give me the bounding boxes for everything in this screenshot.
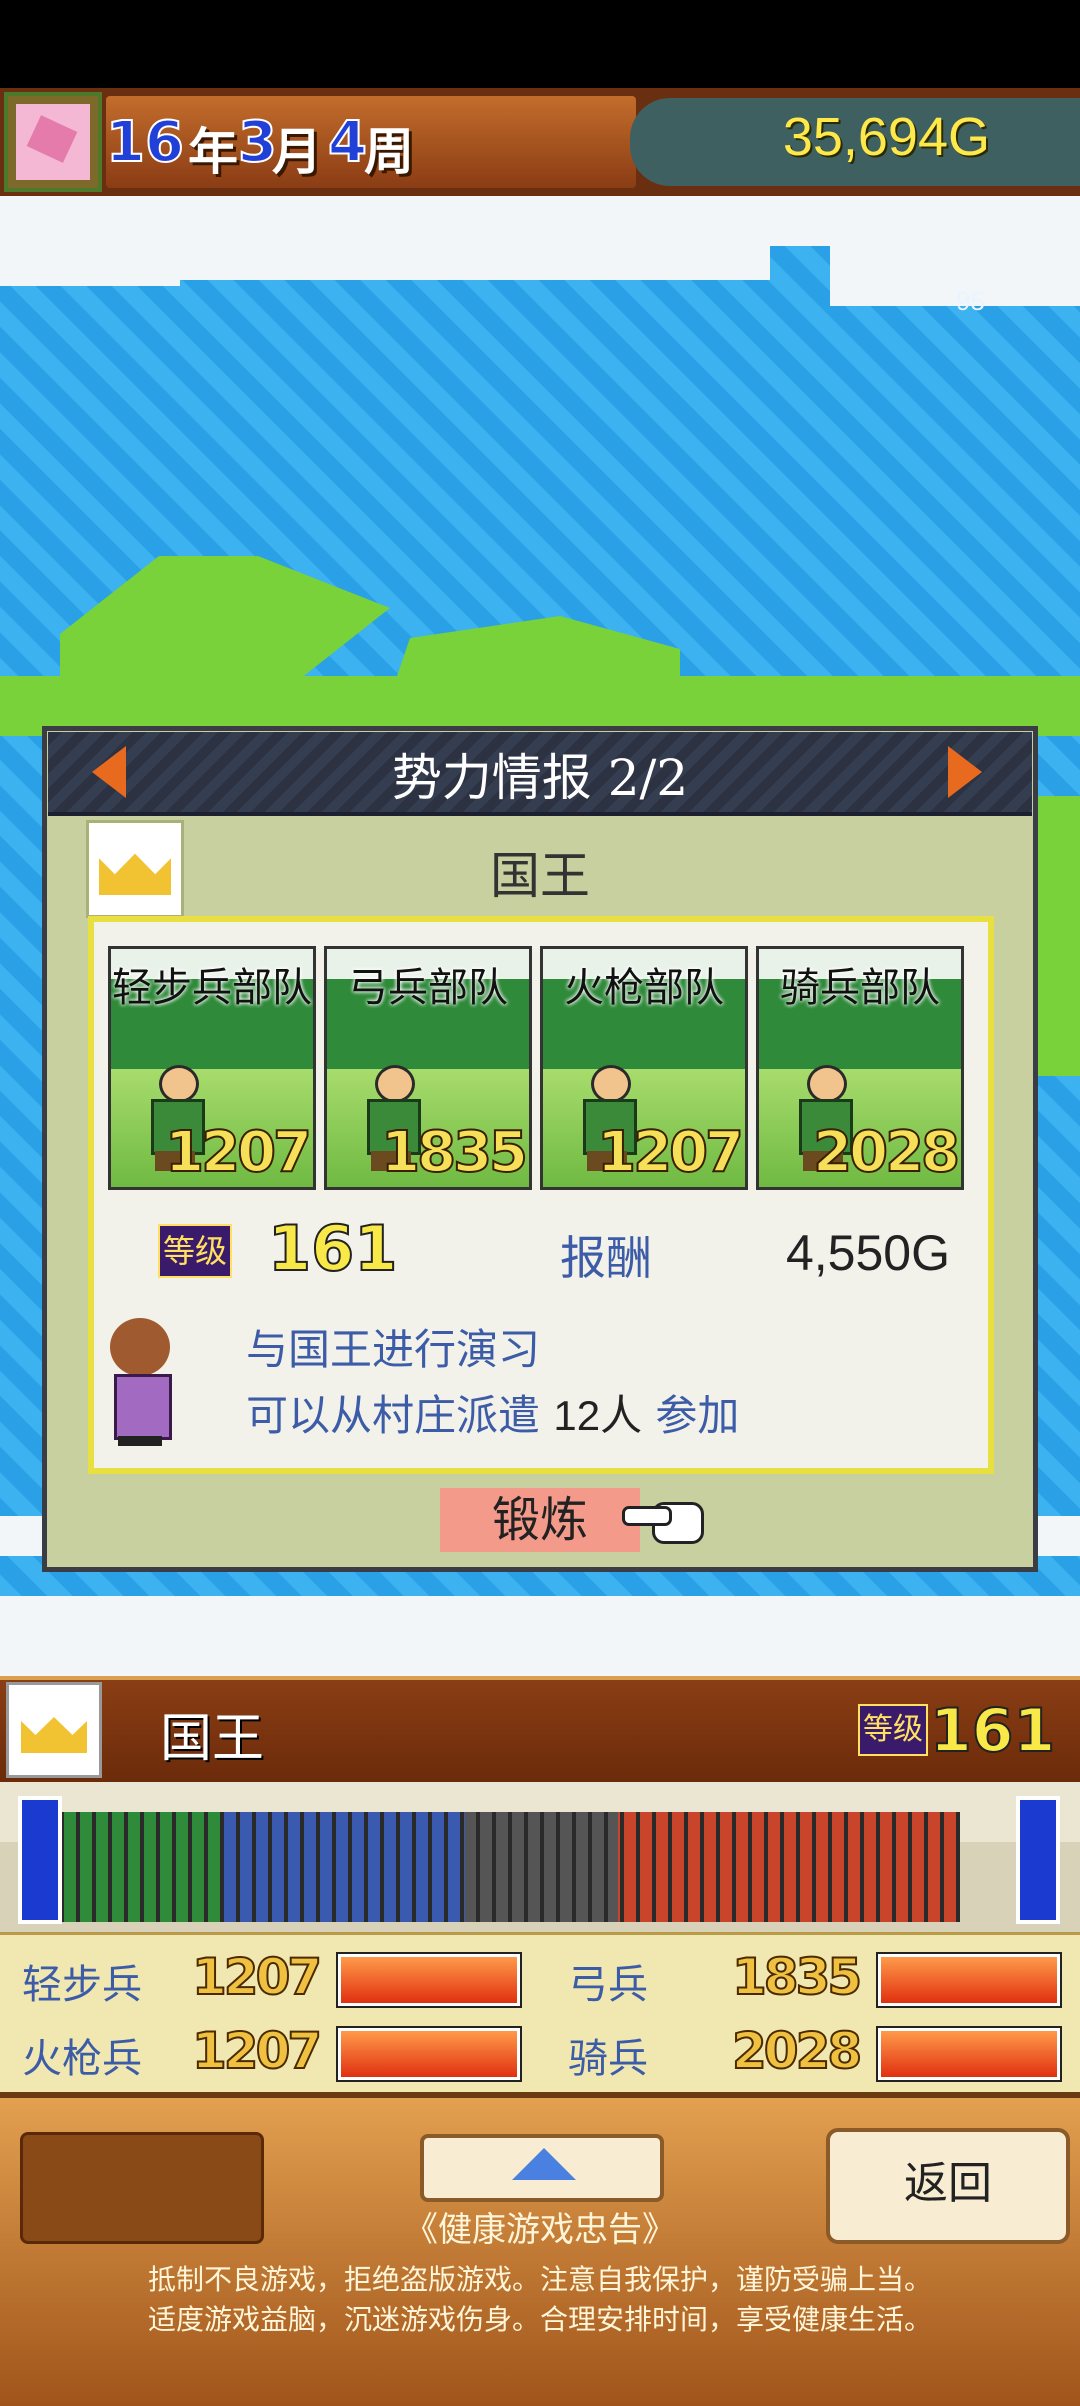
scroll-up-button[interactable] xyxy=(420,2134,664,2202)
right-banner-icon xyxy=(1016,1796,1060,1924)
level-badge: 等级 xyxy=(158,1224,232,1278)
stat-value: 1835 xyxy=(731,1947,863,2007)
pointing-hand-icon xyxy=(622,1496,704,1544)
unit-value: 2028 xyxy=(812,1119,961,1186)
cloud xyxy=(0,246,180,286)
prev-page-arrow-icon[interactable] xyxy=(92,746,126,798)
advisor-girl-icon xyxy=(96,1318,186,1448)
level-badge: 等级 xyxy=(858,1704,928,1756)
unit-label: 轻步兵部队 xyxy=(112,965,312,1011)
stat-bar xyxy=(876,2026,1062,2082)
player-avatar[interactable] xyxy=(4,92,102,192)
unit-card-cavalry: 骑兵部队 2028 xyxy=(756,946,964,1190)
unit-label: 骑兵部队 xyxy=(780,965,940,1011)
unit-card-light-infantry: 轻步兵部队 1207 xyxy=(108,946,316,1190)
stat-bar xyxy=(336,1952,522,2008)
date-display: 16 年 3 月 4 周 xyxy=(105,96,636,188)
health-advice-title: 《健康游戏忠告》 xyxy=(404,2210,676,2250)
stat-bar xyxy=(336,2026,522,2082)
reward-value: 4,550G xyxy=(785,1225,950,1281)
month-unit: 月 xyxy=(272,123,322,181)
faction-name: 国王 xyxy=(490,847,590,905)
message-text: 参加 xyxy=(642,1391,740,1440)
week-unit: 周 xyxy=(364,123,414,181)
train-button[interactable]: 锻炼 xyxy=(440,1488,640,1552)
year-unit: 年 xyxy=(188,123,238,181)
stat-bar xyxy=(876,1952,1062,2008)
stat-label: 轻步兵 xyxy=(22,1962,142,2008)
unit-value: 1835 xyxy=(380,1119,529,1186)
faded-map-text: 95 xyxy=(956,286,985,316)
dialog-title: 势力情报 2/2 xyxy=(391,749,689,807)
message-line-1: 与国王进行演习 xyxy=(246,1325,541,1374)
army-troops-icon xyxy=(60,1812,960,1922)
cloud xyxy=(0,196,1080,246)
crown-icon xyxy=(21,1717,87,1753)
faction-name: 国王 xyxy=(160,1709,265,1769)
week-number: 4 xyxy=(327,109,368,176)
year-number: 16 xyxy=(105,109,185,176)
unit-card-musketeer: 火枪部队 1207 xyxy=(540,946,748,1190)
unit-label: 弓兵部队 xyxy=(348,965,508,1011)
status-bar xyxy=(0,0,1080,88)
unit-value: 1207 xyxy=(596,1119,745,1186)
avatar-portrait-icon xyxy=(16,104,90,180)
stat-label: 弓兵 xyxy=(568,1962,648,2008)
up-arrow-icon xyxy=(512,2148,576,2180)
message-text: 可以从村庄派遣 xyxy=(246,1391,554,1440)
stat-value: 1207 xyxy=(191,2021,323,2081)
next-page-arrow-icon[interactable] xyxy=(948,746,982,798)
stat-label: 骑兵 xyxy=(568,2036,648,2082)
stat-value: 1207 xyxy=(191,1947,323,2007)
health-advice-line-2: 适度游戏益脑，沉迷游戏伤身。合理安排时间，享受健康生活。 xyxy=(147,2303,932,2336)
unit-value: 1207 xyxy=(164,1119,313,1186)
crown-icon xyxy=(99,853,171,895)
left-banner-icon xyxy=(18,1796,62,1924)
crown-emblem xyxy=(86,820,184,918)
level-value: 161 xyxy=(267,1211,398,1286)
unit-card-archer: 弓兵部队 1835 xyxy=(324,946,532,1190)
stat-label: 火枪兵 xyxy=(22,2036,142,2082)
island xyxy=(60,556,390,686)
unit-label: 火枪部队 xyxy=(564,965,724,1011)
cloud xyxy=(0,1596,1080,1676)
cloud xyxy=(180,246,770,280)
empty-slot xyxy=(20,2132,264,2244)
crown-emblem xyxy=(6,1682,102,1778)
message-line-2: 可以从村庄派遣 12人 参加 xyxy=(246,1382,966,1442)
dispatch-count: 12人 xyxy=(553,1392,643,1439)
level-value: 161 xyxy=(929,1695,1056,1767)
reward-label: 报酬 xyxy=(560,1231,652,1285)
back-button[interactable]: 返回 xyxy=(826,2128,1070,2244)
gold-amount: 35,694G xyxy=(782,107,990,167)
health-advice-line-1: 抵制不良游戏，拒绝盗版游戏。注意自我保护，谨防受骗上当。 xyxy=(147,2263,932,2296)
stat-value: 2028 xyxy=(731,2021,863,2081)
